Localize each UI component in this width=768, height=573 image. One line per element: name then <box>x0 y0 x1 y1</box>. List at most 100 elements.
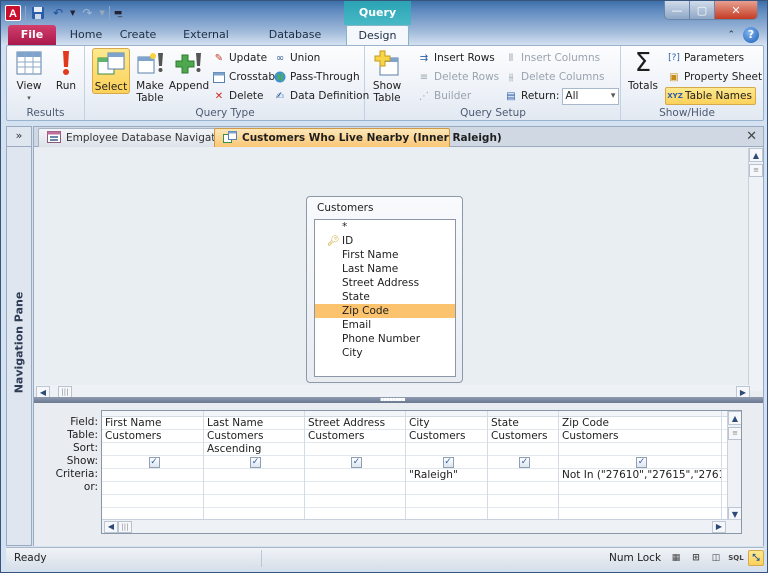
field-item-all[interactable]: * <box>315 220 455 234</box>
pivotchart-view-icon[interactable]: ◫ <box>708 550 724 566</box>
grid-cell-criteria[interactable]: "Raleigh" <box>406 469 487 482</box>
insert-rows-button[interactable]: ⇉ Insert Rows <box>417 49 495 67</box>
minimize-ribbon-icon[interactable]: ⌃ <box>727 30 735 40</box>
select-query-button[interactable]: Select <box>92 48 130 94</box>
grid-cell-sort[interactable]: Ascending <box>204 443 304 456</box>
minimize-button[interactable]: — <box>665 1 690 19</box>
grid-column[interactable]: City Customers ✓ "Raleigh" <box>406 411 488 521</box>
design-view-icon[interactable]: ⤡ <box>748 550 764 566</box>
grid-cell-field[interactable]: State <box>488 417 558 430</box>
make-table-button[interactable]: Make Table <box>134 48 166 104</box>
grid-cell-criteria[interactable]: Not In ("27610","27615","27616") <box>559 469 721 482</box>
scroll-thumb[interactable]: ≡ <box>749 164 763 177</box>
grid-cell-field[interactable]: First Name <box>102 417 203 430</box>
save-icon[interactable] <box>30 5 46 21</box>
grid-cell-sort[interactable] <box>305 443 405 456</box>
builder-button[interactable]: ⋰ Builder <box>417 87 471 105</box>
field-item-last-name[interactable]: Last Name <box>315 262 455 276</box>
grid-cell-sort[interactable] <box>488 443 558 456</box>
scroll-left-icon[interactable]: ◀ <box>104 520 118 533</box>
run-button[interactable]: Run <box>51 48 81 92</box>
grid-cell-field[interactable]: Street Address <box>305 417 405 430</box>
grid-cell-field[interactable]: Last Name <box>204 417 304 430</box>
grid-cell-extra1[interactable] <box>488 495 558 508</box>
grid-cell-extra1[interactable] <box>305 495 405 508</box>
field-item-state[interactable]: State <box>315 290 455 304</box>
sql-view-icon[interactable]: SQL <box>728 550 744 566</box>
show-table-button[interactable]: Show Table <box>370 48 404 104</box>
datasheet-view-icon[interactable]: ▦ <box>668 550 684 566</box>
grid-cell-show[interactable]: ✓ <box>559 456 721 469</box>
scroll-right-icon[interactable]: ▶ <box>712 520 726 533</box>
parameters-button[interactable]: [?] Parameters <box>667 49 744 67</box>
table-field-list-customers[interactable]: Customers * 🔑︎ ID First Name Last Name St… <box>306 196 463 383</box>
grid-cell-or[interactable] <box>204 482 304 495</box>
pane-splitter[interactable]: ▪▪▪▪▪▪▪▪ <box>34 397 763 403</box>
grid-cell-or[interactable] <box>305 482 405 495</box>
grid-horizontal-scrollbar[interactable]: ◀ ||| ▶ <box>102 519 741 533</box>
delete-rows-button[interactable]: ≡ Delete Rows <box>417 68 499 86</box>
data-definition-button[interactable]: ✍ Data Definition <box>273 87 369 105</box>
delete-query-button[interactable]: ✕ Delete <box>212 87 264 105</box>
grid-cell-table[interactable]: Customers <box>406 430 487 443</box>
show-checkbox[interactable]: ✓ <box>250 457 261 468</box>
delete-columns-button[interactable]: ⫵ Delete Columns <box>504 68 605 86</box>
union-button[interactable]: ∞ Union <box>273 49 321 67</box>
scroll-thumb[interactable]: ||| <box>118 520 132 533</box>
show-checkbox[interactable]: ✓ <box>636 457 647 468</box>
show-checkbox[interactable]: ✓ <box>148 457 160 468</box>
grid-cell-extra1[interactable] <box>204 495 304 508</box>
tab-create[interactable]: Create <box>117 25 159 46</box>
grid-cell-criteria[interactable] <box>204 469 304 482</box>
field-item-phone-number[interactable]: Phone Number <box>315 332 455 346</box>
close-document-icon[interactable]: ✕ <box>746 129 757 144</box>
grid-cell-show[interactable]: ✓ <box>406 456 487 469</box>
scroll-thumb[interactable]: ≡ <box>728 427 741 440</box>
grid-cell-show[interactable]: ✓ <box>305 456 405 469</box>
grid-cell-criteria[interactable] <box>305 469 405 482</box>
grid-cell-extra1[interactable] <box>559 495 721 508</box>
tab-home[interactable]: Home <box>67 25 105 46</box>
field-item-street-address[interactable]: Street Address <box>315 276 455 290</box>
undo-dropdown-icon[interactable]: ▼ <box>70 9 75 17</box>
pass-through-button[interactable]: Pass-Through <box>273 68 360 86</box>
field-item-email[interactable]: Email <box>315 318 455 332</box>
show-checkbox[interactable]: ✓ <box>442 457 454 468</box>
return-dropdown[interactable]: All <box>562 87 620 105</box>
grid-column[interactable]: Zip Code Customers ✓ Not In ("27610","27615… <box>559 411 722 521</box>
grid-column[interactable]: Street Address Customers ✓ <box>305 411 406 521</box>
customize-qat-icon[interactable]: ▬̲ <box>114 8 123 18</box>
grid-cell-or[interactable] <box>406 482 487 495</box>
scroll-up-icon[interactable]: ▲ <box>749 148 763 162</box>
grid-cell-extra1[interactable] <box>102 495 203 508</box>
grid-cell-field[interactable]: Zip Code <box>559 417 721 430</box>
field-item-zip-code[interactable]: Zip Code <box>315 304 455 318</box>
undo-icon[interactable]: ↶ <box>50 5 66 21</box>
totals-button[interactable]: Σ Totals <box>626 48 660 92</box>
redo-icon[interactable]: ↷ <box>79 5 95 21</box>
field-item-city[interactable]: City <box>315 346 455 360</box>
grid-column[interactable]: First Name Customers ✓ <box>102 411 204 521</box>
field-item-first-name[interactable]: First Name <box>315 248 455 262</box>
grid-cell-extra1[interactable] <box>406 495 487 508</box>
tab-database-tools[interactable]: Database Tools <box>255 25 335 61</box>
update-button[interactable]: ✎ Update <box>212 49 267 67</box>
scroll-up-icon[interactable]: ▲ <box>728 411 741 425</box>
doc-tab-employee-navigation[interactable]: Employee Database Navigation <box>38 128 231 147</box>
show-checkbox[interactable]: ✓ <box>351 457 362 468</box>
grid-cell-or[interactable] <box>102 482 203 495</box>
grid-cell-table[interactable]: Customers <box>559 430 721 443</box>
grid-cell-sort[interactable] <box>102 443 203 456</box>
table-names-button[interactable]: XYZ Table Names <box>665 87 756 105</box>
pivottable-view-icon[interactable]: ⊞ <box>688 550 704 566</box>
grid-cell-sort[interactable] <box>406 443 487 456</box>
grid-vertical-scrollbar[interactable]: ▲ ≡ ▼ <box>727 411 741 521</box>
grid-cell-or[interactable] <box>559 482 721 495</box>
grid-cell-sort[interactable] <box>559 443 721 456</box>
access-app-icon[interactable]: A <box>5 5 21 21</box>
navigation-pane[interactable]: » Navigation Pane <box>6 126 32 546</box>
grid-cell-show[interactable]: ✓ <box>488 456 558 469</box>
append-button[interactable]: Append <box>169 48 209 92</box>
tab-external-data[interactable]: External Data <box>171 25 241 61</box>
upper-vertical-scrollbar[interactable]: ▲ ≡ <box>748 148 763 391</box>
